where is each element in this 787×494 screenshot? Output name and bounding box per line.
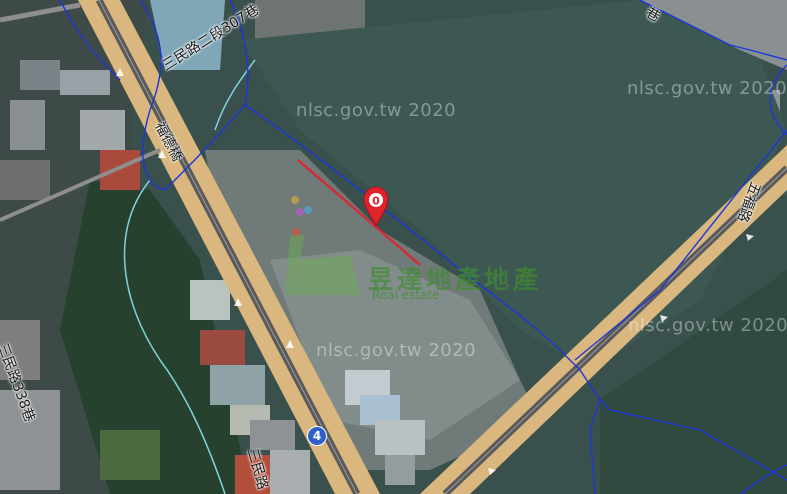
marker-label: 0: [372, 195, 380, 208]
map-imagery: [0, 0, 787, 494]
brand-watermark-sub: Real estate: [372, 288, 440, 302]
map-watermark: nlsc.gov.tw 2020: [628, 315, 787, 336]
map-watermark: nlsc.gov.tw 2020: [627, 78, 787, 99]
map-watermark: nlsc.gov.tw 2020: [296, 100, 457, 121]
aerial-map[interactable]: nlsc.gov.tw 2020 nlsc.gov.tw 2020 nlsc.g…: [0, 0, 787, 494]
route-number-badge: 4: [307, 426, 327, 446]
map-watermark: nlsc.gov.tw 2020: [316, 340, 477, 361]
